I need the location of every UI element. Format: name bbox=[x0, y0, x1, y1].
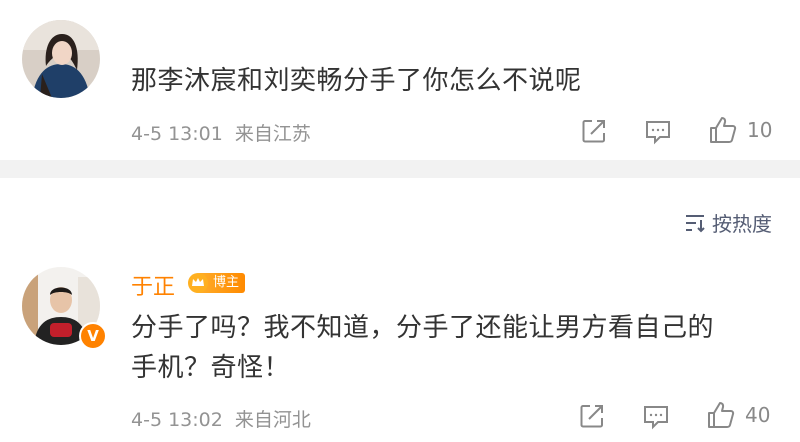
comment-icon bbox=[644, 406, 668, 430]
comment-time: 4-5 13:01 bbox=[131, 123, 223, 145]
sort-label: 按热度 bbox=[712, 212, 772, 236]
section-divider bbox=[0, 160, 800, 178]
author-badge: 博主 bbox=[187, 271, 246, 295]
avatar[interactable] bbox=[22, 20, 100, 98]
comment-icon bbox=[646, 121, 670, 145]
crown-icon bbox=[188, 273, 208, 293]
comment-button[interactable] bbox=[644, 118, 672, 146]
like-count: 10 bbox=[747, 118, 773, 142]
comment-button[interactable] bbox=[642, 403, 670, 431]
comment-location: 来自江苏 bbox=[234, 123, 311, 145]
comment-text-line: 手机？奇怪！ bbox=[131, 353, 291, 383]
comment-location: 来自河北 bbox=[234, 409, 311, 431]
comment-meta: 4-5 13:01 来自江苏 bbox=[131, 119, 311, 146]
comment-time: 4-5 13:02 bbox=[131, 409, 223, 431]
share-button[interactable] bbox=[580, 117, 608, 145]
share-button[interactable] bbox=[578, 402, 606, 430]
comment-meta: 4-5 13:02 来自河北 bbox=[131, 405, 311, 432]
username[interactable]: 于正 bbox=[131, 269, 175, 301]
sort-button[interactable]: 按热度 bbox=[684, 208, 772, 237]
like-button[interactable]: 10 bbox=[707, 114, 772, 146]
share-icon bbox=[580, 405, 603, 428]
like-count: 40 bbox=[745, 403, 771, 427]
sort-icon bbox=[686, 214, 705, 232]
like-icon bbox=[710, 117, 737, 143]
comment-text: 分手了吗？我不知道，分手了还能让男方看自己的 手机？奇怪！ bbox=[131, 308, 714, 388]
comment-text-line: 分手了吗？我不知道，分手了还能让男方看自己的 bbox=[131, 313, 715, 343]
like-button[interactable]: 40 bbox=[705, 399, 770, 431]
share-icon bbox=[582, 120, 605, 143]
verified-badge: V bbox=[79, 322, 107, 350]
comment-text: 那李沐宸和刘奕畅分手了你怎么不说呢 bbox=[131, 66, 582, 96]
like-icon bbox=[708, 402, 735, 428]
